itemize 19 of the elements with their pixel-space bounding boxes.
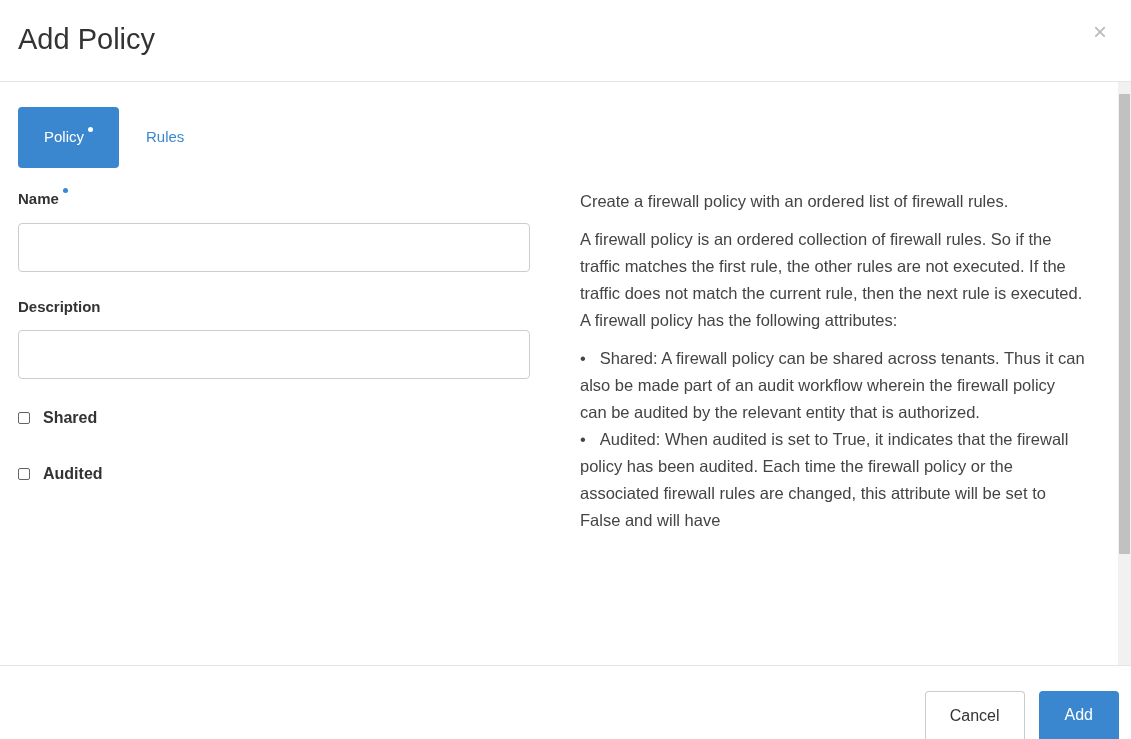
field-label: Name xyxy=(18,189,59,209)
scrollbar[interactable] xyxy=(1118,82,1131,665)
help-paragraph: A firewall policy is an ordered collection of firewall rules. So if the traffic matches the first rule, the other rules are not executed. If the traffic does not match the current rule, then the next rule is executed. A firewall policy has the following attributes: xyxy=(580,229,1084,331)
checkbox-label: Shared xyxy=(43,408,98,428)
bullet-text: • Shared: A firewall policy can be shared across tenants. Thus it can also be made part of an audit workflow wherein the firewall policy can be audited by the relevant entity that is authorized. xyxy=(580,348,1085,423)
checkbox[interactable] xyxy=(18,468,30,480)
checkbox[interactable] xyxy=(18,412,30,424)
checkbox-label: Audited xyxy=(43,464,103,484)
input-field[interactable] xyxy=(18,222,530,272)
help-paragraph: Create a firewall policy with an ordered list of firewall rules. xyxy=(580,191,1010,212)
bullet-text: • Audited: When audited is set to True, it indicates that the firewall policy has been audited. Each time the firewall policy or the associated firewall rules are changed, this attribute will be set to False and will have xyxy=(580,429,1070,531)
tab[interactable]: Policy xyxy=(18,107,119,168)
add-button[interactable]: Add xyxy=(1038,691,1119,739)
close-button[interactable]: × xyxy=(1093,20,1107,44)
tab[interactable]: Rules xyxy=(146,107,185,168)
field-label: Description xyxy=(18,296,101,317)
input-field[interactable] xyxy=(18,330,530,379)
dialog-title: Add Policy xyxy=(18,22,155,57)
cancel-button[interactable]: Cancel xyxy=(924,691,1025,739)
